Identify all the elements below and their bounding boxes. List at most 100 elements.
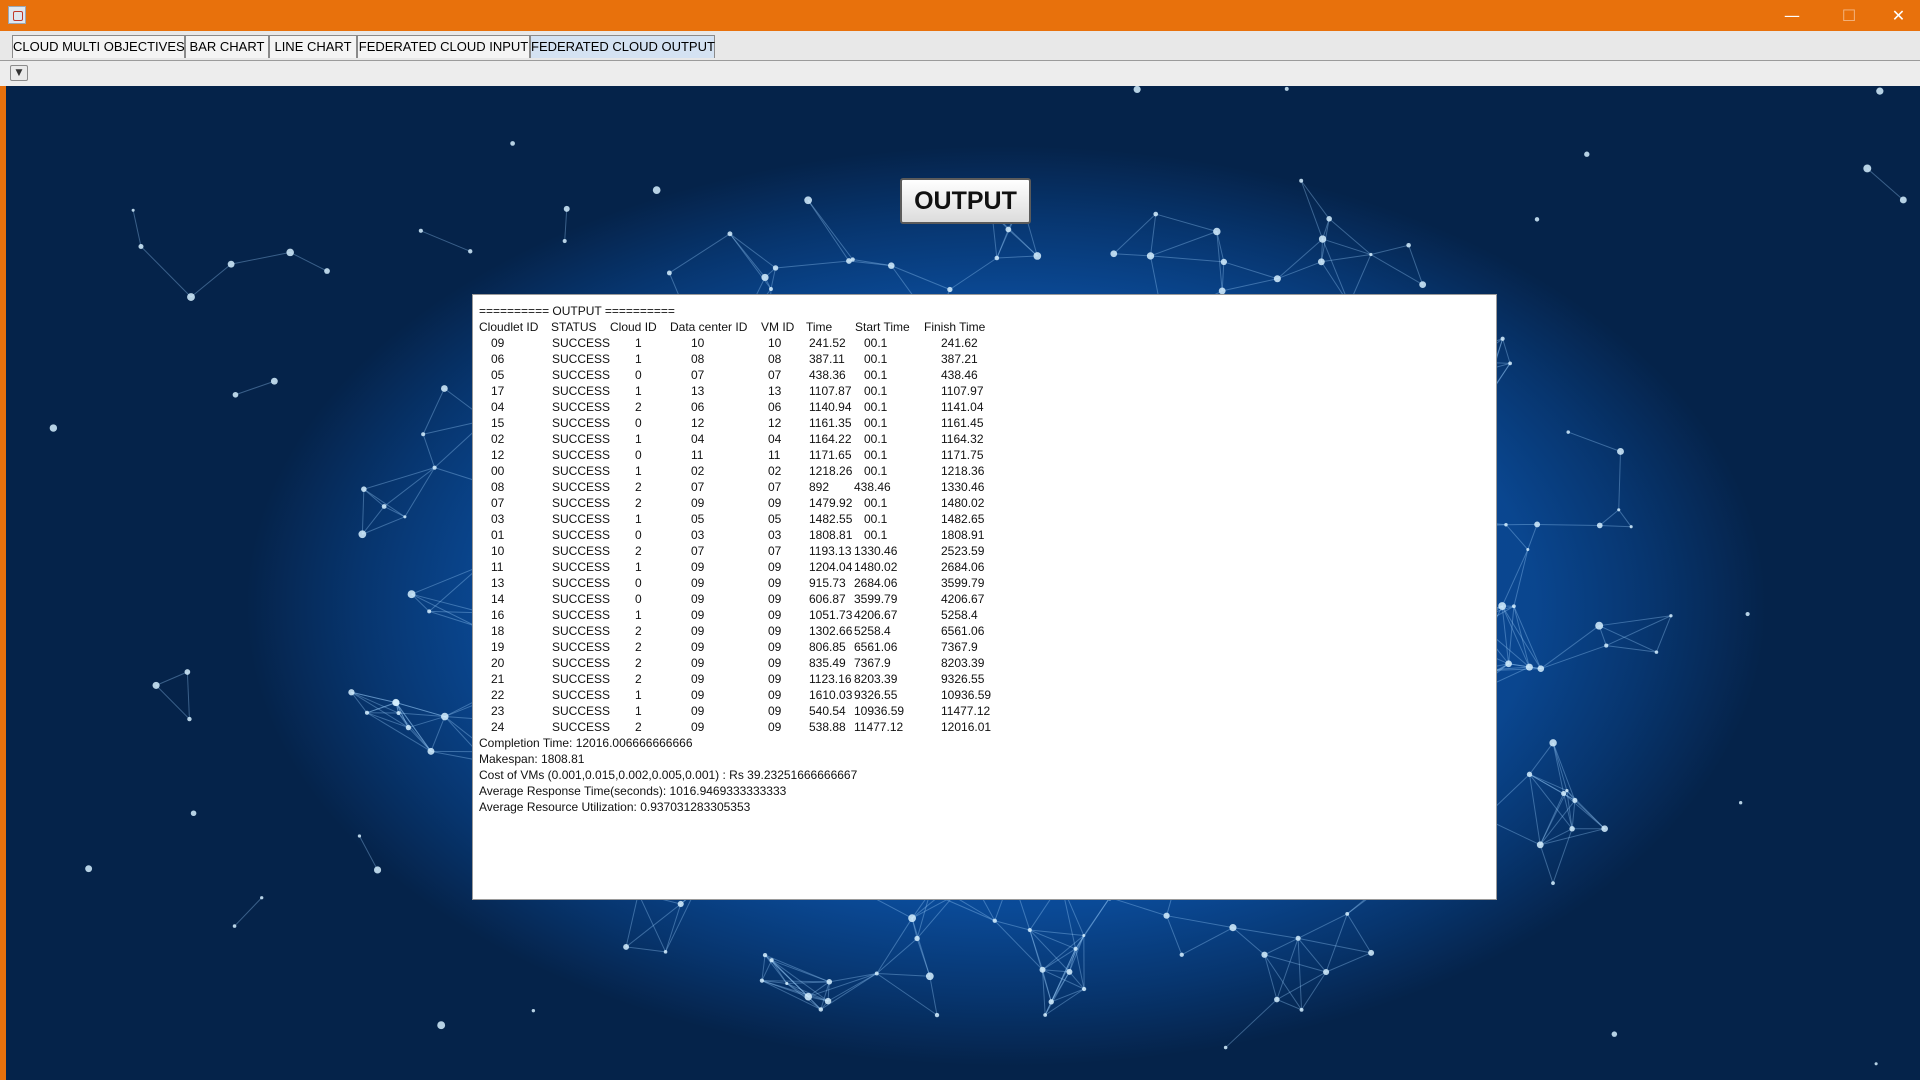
table-cell: 00.1 <box>864 384 888 398</box>
table-cell: SUCCESS <box>552 464 611 478</box>
table-cell: 24 <box>491 720 505 734</box>
tab-federated-cloud-output[interactable]: FEDERATED CLOUD OUTPUT <box>530 35 715 58</box>
tab-cloud-multi-objectives[interactable]: CLOUD MULTI OBJECTIVES <box>12 35 185 58</box>
table-cell: 07 <box>768 368 782 382</box>
table-cell: 0 <box>635 576 642 590</box>
tab-bar-chart[interactable]: BAR CHART <box>185 35 269 58</box>
table-cell: 15 <box>491 416 505 430</box>
table-row: 01 SUCCESS 0 03 03 1808.81 00.1 1808.91 <box>479 527 1479 543</box>
minimize-button[interactable]: — <box>1763 0 1821 31</box>
table-cell: 387.21 <box>941 352 978 366</box>
table-cell: 540.54 <box>809 704 846 718</box>
table-cell: 2 <box>635 480 642 494</box>
output-text-area[interactable]: ========== OUTPUT ========== Cloudlet ID… <box>472 294 1497 900</box>
table-cell: SUCCESS <box>552 432 611 446</box>
table-row: 03 SUCCESS 1 05 05 1482.55 00.1 1482.65 <box>479 511 1479 527</box>
table-cell: 08 <box>491 480 505 494</box>
table-cell: 11 <box>491 560 504 574</box>
table-cell: 09 <box>691 704 705 718</box>
table-cell: 18 <box>491 624 505 638</box>
table-cell: 1171.75 <box>941 448 984 462</box>
table-cell: 1 <box>635 608 642 622</box>
table-row: 09 SUCCESS 1 10 10 241.52 00.1 241.62 <box>479 335 1479 351</box>
table-cell: SUCCESS <box>552 560 611 574</box>
table-cell: 07 <box>491 496 505 510</box>
table-cell: 1123.16 <box>809 672 852 686</box>
table-row: 21 SUCCESS 2 09 09 1123.16 8203.39 9326.55 <box>479 671 1479 687</box>
table-cell: 09 <box>691 656 705 670</box>
table-row: 19 SUCCESS 2 09 09 806.85 6561.06 7367.9 <box>479 639 1479 655</box>
table-cell: 1808.81 <box>809 528 853 542</box>
summary-line: Average Resource Utilization: 0.93703128… <box>479 800 751 814</box>
summary-line: Average Response Time(seconds): 1016.946… <box>479 784 787 798</box>
table-cell: SUCCESS <box>552 384 611 398</box>
chevron-down-icon[interactable]: ▼ <box>10 65 28 81</box>
table-cell: 2 <box>635 720 642 734</box>
table-cell: 16 <box>491 608 505 622</box>
table-cell: 1 <box>635 704 642 718</box>
toolbar: ▼ <box>0 61 1920 87</box>
table-row: 22 SUCCESS 1 09 09 1610.03 9326.55 10936.59 <box>479 687 1479 703</box>
table-cell: 00.1 <box>864 496 888 510</box>
table-cell: 11477.12 <box>941 704 991 718</box>
table-cell: 606.87 <box>809 592 846 606</box>
tab-line-chart[interactable]: LINE CHART <box>269 35 357 58</box>
table-cell: 00.1 <box>864 464 888 478</box>
table-cell: 9326.55 <box>941 672 985 686</box>
table-cell: 08 <box>768 352 782 366</box>
table-cell: 9326.55 <box>854 688 898 702</box>
table-cell: 3599.79 <box>854 592 898 606</box>
table-cell: 00.1 <box>864 432 888 446</box>
table-cell: 09 <box>768 672 782 686</box>
column-header: VM ID <box>761 320 795 334</box>
table-cell: 04 <box>491 400 505 414</box>
table-cell: 07 <box>691 544 705 558</box>
table-cell: 1808.91 <box>941 528 985 542</box>
table-cell: 0 <box>635 448 642 462</box>
table-cell: SUCCESS <box>552 368 611 382</box>
output-button[interactable]: OUTPUT <box>900 178 1031 224</box>
table-cell: 12 <box>768 416 782 430</box>
table-cell: 10936.59 <box>941 688 992 702</box>
table-cell: 00.1 <box>864 368 888 382</box>
table-cell: 806.85 <box>809 640 846 654</box>
table-cell: 915.73 <box>809 576 846 590</box>
table-cell: 7367.9 <box>854 656 891 670</box>
table-cell: SUCCESS <box>552 640 611 654</box>
table-cell: 09 <box>768 576 782 590</box>
table-row: 16 SUCCESS 1 09 09 1051.73 4206.67 5258.4 <box>479 607 1479 623</box>
maximize-button[interactable]: ☐ <box>1820 0 1878 31</box>
table-cell: 13 <box>768 384 782 398</box>
table-cell: 09 <box>691 592 705 606</box>
table-cell: 08 <box>691 352 705 366</box>
table-cell: 1051.73 <box>809 608 853 622</box>
table-row: 23 SUCCESS 1 09 09 540.54 10936.59 11477.12 <box>479 703 1479 719</box>
table-cell: 2523.59 <box>941 544 985 558</box>
table-cell: 09 <box>768 720 782 734</box>
column-header: Time <box>806 320 833 334</box>
table-cell: 1 <box>635 384 642 398</box>
column-header: Start Time <box>855 320 910 334</box>
table-cell: 10 <box>768 336 782 350</box>
table-cell: 1610.03 <box>809 688 853 702</box>
table-cell: 2 <box>635 640 642 654</box>
table-cell: 438.46 <box>941 368 978 382</box>
table-row: 07 SUCCESS 2 09 09 1479.92 00.1 1480.02 <box>479 495 1479 511</box>
table-cell: 2 <box>635 544 642 558</box>
table-cell: 09 <box>491 336 505 350</box>
table-cell: 09 <box>691 624 705 638</box>
table-cell: 09 <box>768 592 782 606</box>
summary-line: Completion Time: 12016.006666666666 <box>479 736 693 750</box>
table-cell: 2 <box>635 496 642 510</box>
tab-federated-cloud-input[interactable]: FEDERATED CLOUD INPUT <box>357 35 530 58</box>
table-cell: SUCCESS <box>552 608 611 622</box>
table-row: 14 SUCCESS 0 09 09 606.87 3599.79 4206.67 <box>479 591 1479 607</box>
table-cell: 13 <box>691 384 705 398</box>
table-cell: 09 <box>691 640 705 654</box>
table-cell: 14 <box>491 592 505 606</box>
close-button[interactable]: ✕ <box>1877 0 1920 31</box>
table-cell: 0 <box>635 416 642 430</box>
table-cell: 07 <box>768 480 782 494</box>
table-cell: 05 <box>768 512 782 526</box>
table-cell: 19 <box>491 640 505 654</box>
